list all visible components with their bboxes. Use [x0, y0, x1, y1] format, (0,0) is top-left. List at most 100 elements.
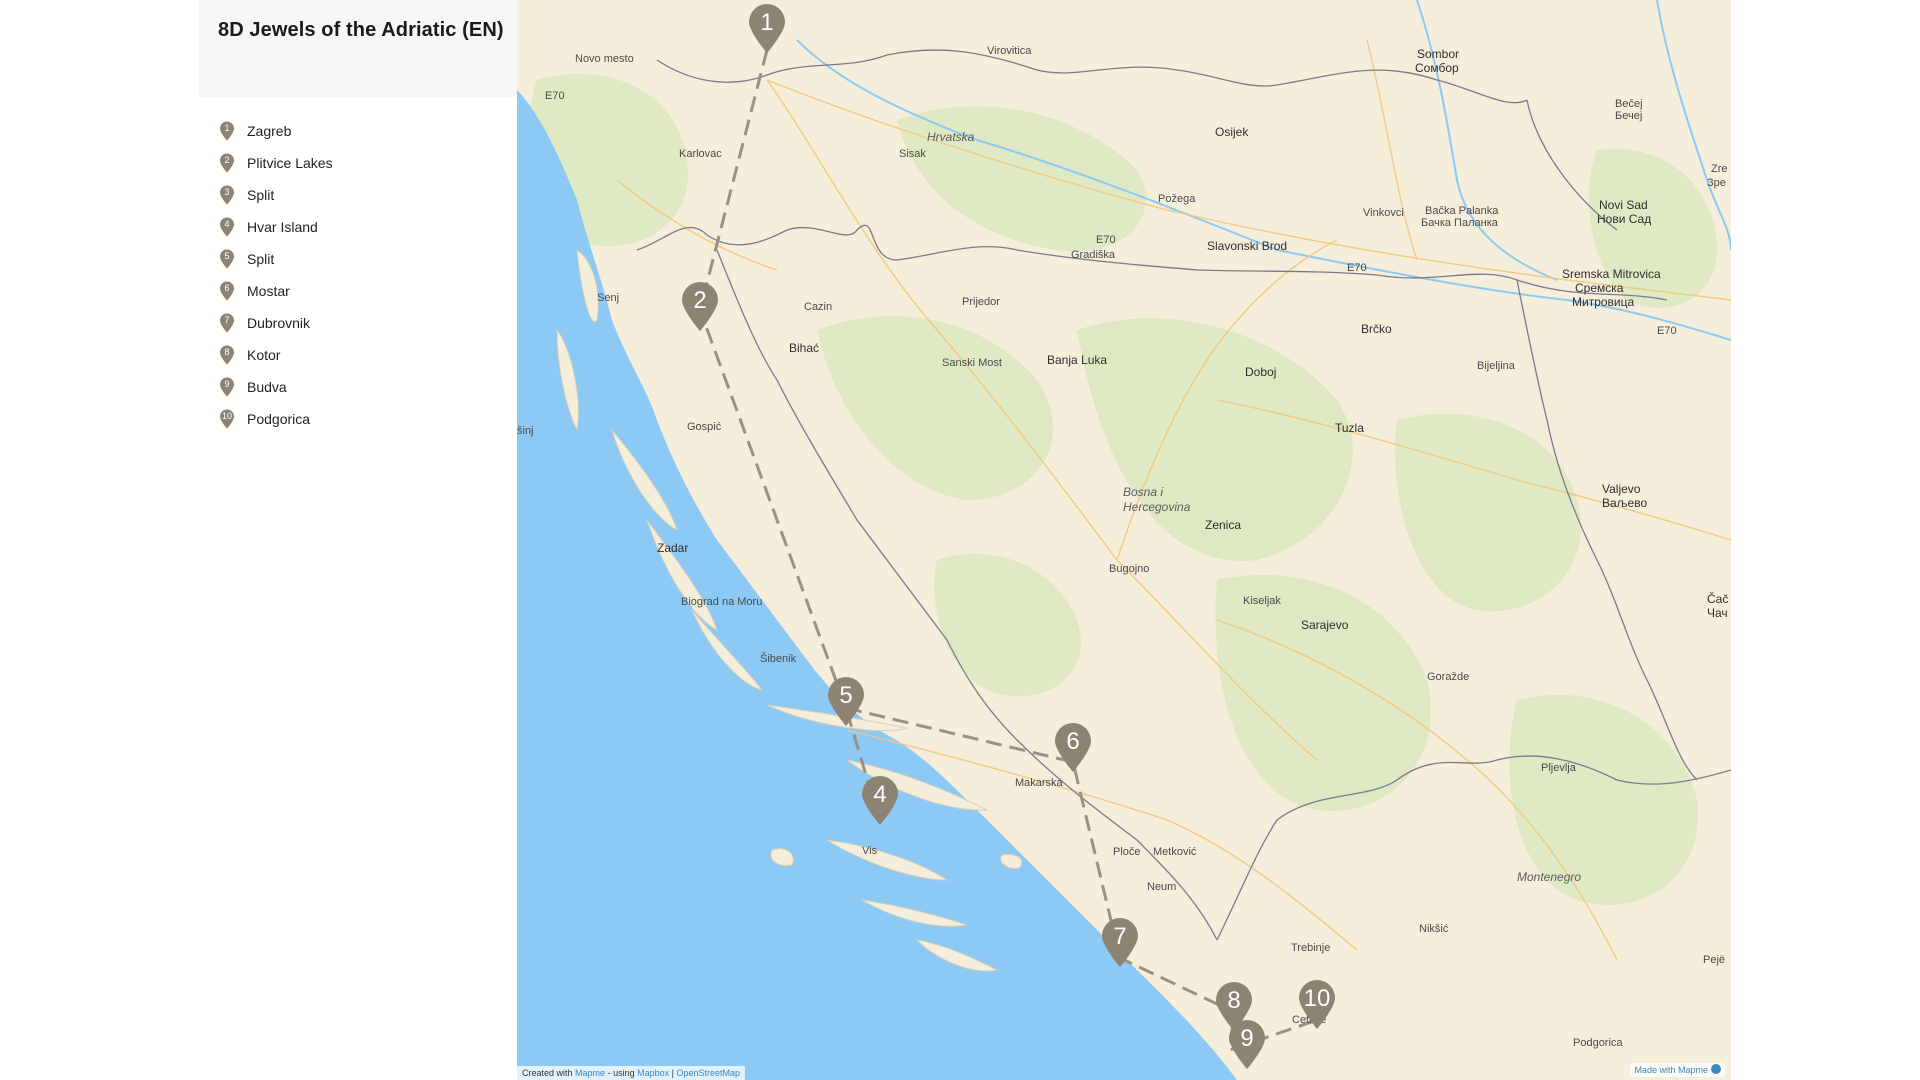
place-label: Bihać: [789, 341, 820, 355]
region-label: Bosna i: [1123, 485, 1164, 499]
place-label: Pejë: [1703, 954, 1726, 966]
stop-number: 7: [224, 315, 230, 325]
region-label: Hercegovina: [1123, 500, 1191, 514]
stop-pin-icon: 6: [219, 281, 235, 301]
place-label: Novi Sad: [1599, 198, 1648, 212]
place-label: Zenica: [1205, 518, 1242, 532]
attribution-text: Created with: [522, 1068, 573, 1078]
place-label: Bečej: [1615, 98, 1643, 110]
stop-item[interactable]: 6 Mostar: [219, 275, 517, 307]
stop-label: Split: [247, 187, 275, 203]
place-label: Bugojno: [1109, 563, 1150, 575]
stop-pin-icon: 4: [219, 217, 235, 237]
place-label: Sisak: [899, 148, 926, 160]
stop-item[interactable]: 2 Plitvice Lakes: [219, 147, 517, 179]
stop-label: Split: [247, 251, 275, 267]
stop-number: 1: [224, 123, 230, 133]
stop-label: Plitvice Lakes: [247, 155, 333, 171]
place-label: Pljevlja: [1541, 762, 1576, 774]
place-label: Zre: [1711, 163, 1728, 175]
stop-item[interactable]: 9 Budva: [219, 371, 517, 403]
stop-number: 4: [224, 219, 230, 229]
badge-label: Made with Mapme: [1634, 1065, 1708, 1075]
stop-item[interactable]: 8 Kotor: [219, 339, 517, 371]
place-label: Zadar: [657, 541, 689, 555]
place-label: Kiseljak: [1243, 595, 1281, 607]
stop-item[interactable]: 10 Podgorica: [219, 403, 517, 435]
map-marker[interactable]: 9: [1227, 1018, 1267, 1070]
stop-pin-icon: 3: [219, 185, 235, 205]
mapme-link[interactable]: Mapme: [575, 1068, 605, 1078]
place-label: Нови Сад: [1597, 212, 1652, 226]
place-label: Virovitica: [987, 45, 1032, 57]
stop-item[interactable]: 4 Hvar Island: [219, 211, 517, 243]
place-label: Gradiška: [1071, 249, 1116, 261]
place-label: Brčko: [1361, 322, 1392, 336]
map-marker[interactable]: 10: [1297, 978, 1337, 1030]
stop-number: 5: [224, 251, 230, 261]
stop-number: 10: [221, 411, 232, 421]
road-label: E70: [1657, 325, 1677, 337]
openstreetmap-link[interactable]: OpenStreetMap: [677, 1068, 741, 1078]
stop-item[interactable]: 3 Split: [219, 179, 517, 211]
place-label: Зре: [1707, 177, 1726, 189]
place-label: Sremska Mitrovica: [1562, 267, 1661, 281]
place-label: Сомбор: [1415, 61, 1459, 75]
place-label: Сремска: [1575, 281, 1624, 295]
place-label: Podgorica: [1573, 1037, 1623, 1049]
sidebar-header: 8D Jewels of the Adriatic (EN): [199, 0, 517, 97]
place-label: Sarajevo: [1301, 618, 1349, 632]
made-with-mapme-badge[interactable]: Made with Mapme: [1630, 1063, 1725, 1077]
stop-pin-icon: 2: [219, 153, 235, 173]
road-label: E70: [1347, 262, 1367, 274]
stop-pin-icon: 9: [219, 377, 235, 397]
stop-item[interactable]: 5 Split: [219, 243, 517, 275]
place-label: Vis: [862, 845, 878, 857]
place-label: Čač: [1707, 592, 1729, 606]
place-label: Tuzla: [1335, 421, 1364, 435]
place-label: šinj: [517, 425, 534, 437]
region-label: Montenegro: [1517, 870, 1582, 884]
place-label: Prijedor: [962, 296, 1000, 308]
stop-number: 3: [224, 187, 230, 197]
road-label: E70: [1096, 234, 1116, 246]
stop-number: 9: [224, 379, 230, 389]
map-marker[interactable]: 5: [826, 675, 866, 727]
stop-number: 8: [224, 347, 230, 357]
map-marker[interactable]: 2: [680, 280, 720, 332]
place-label: Митровица: [1572, 295, 1635, 309]
place-label: Vinkovci: [1363, 207, 1404, 219]
map-attribution: Created with Mapme - using Mapbox | Open…: [517, 1066, 746, 1080]
place-label: Bijeljina: [1477, 360, 1515, 372]
region-label: Hrvatska: [927, 130, 975, 144]
place-label: Šibenik: [760, 653, 797, 665]
stop-label: Dubrovnik: [247, 315, 311, 331]
place-label: Чач: [1707, 606, 1728, 620]
stop-list: 1 Zagreb 2 Plitvice Lakes 3 Split 4 Hvar Island…: [199, 97, 517, 435]
map-marker[interactable]: 6: [1053, 721, 1093, 773]
place-label: Doboj: [1245, 365, 1277, 379]
place-label: Bačka Palanka: [1425, 205, 1499, 217]
attribution-separator: |: [671, 1068, 674, 1078]
place-label: Trebinje: [1291, 942, 1331, 954]
map-title: 8D Jewels of the Adriatic (EN): [218, 19, 504, 41]
place-label: Banja Luka: [1047, 353, 1108, 367]
place-label: Neum: [1147, 881, 1177, 893]
place-label: Makarska: [1015, 777, 1063, 789]
place-label: Senj: [597, 292, 620, 304]
stop-pin-icon: 1: [219, 121, 235, 141]
stop-item[interactable]: 7 Dubrovnik: [219, 307, 517, 339]
place-label: Gospić: [687, 421, 722, 433]
map-marker[interactable]: 1: [747, 2, 787, 54]
road-label: E70: [545, 90, 565, 102]
map-canvas[interactable]: Novo mesto Virovitica Sombor Сомбор Hrva…: [517, 0, 1731, 1080]
map-marker[interactable]: 4: [860, 774, 900, 826]
place-label: Ваљево: [1602, 496, 1648, 510]
mapbox-link[interactable]: Mapbox: [637, 1068, 669, 1078]
place-label: Sombor: [1417, 47, 1460, 61]
map-marker[interactable]: 7: [1100, 916, 1140, 968]
stop-pin-icon: 5: [219, 249, 235, 269]
stop-pin-icon: 10: [219, 409, 235, 429]
stop-item[interactable]: 1 Zagreb: [219, 115, 517, 147]
stop-label: Budva: [247, 379, 287, 395]
